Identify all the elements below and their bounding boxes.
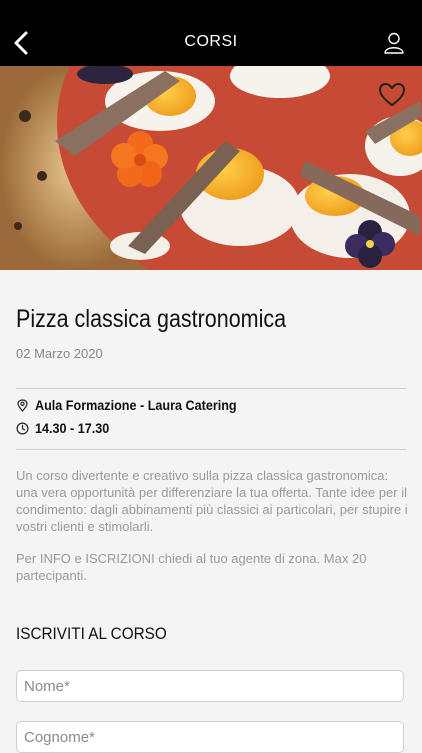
course-date: 02 Marzo 2020 xyxy=(16,346,103,361)
surname-input[interactable] xyxy=(16,721,404,753)
time-row: 14.30 - 17.30 xyxy=(16,419,118,437)
page-title: CORSI xyxy=(184,33,238,50)
form-heading: ISCRIVITI AL CORSO xyxy=(16,624,167,643)
course-hero-image xyxy=(0,66,422,270)
divider xyxy=(16,449,406,450)
location-text: Aula Formazione - Laura Catering xyxy=(35,397,237,413)
user-icon[interactable] xyxy=(384,32,404,54)
location-row: Aula Formazione - Laura Catering xyxy=(16,396,259,414)
heart-outline-icon[interactable] xyxy=(378,82,406,108)
clock-icon xyxy=(16,421,29,435)
name-input[interactable] xyxy=(16,670,404,702)
course-title: Pizza classica gastronomica xyxy=(16,305,287,333)
course-description: Un corso divertente e creativo sulla piz… xyxy=(16,468,408,534)
location-pin-icon xyxy=(17,398,28,412)
course-info-note: Per INFO e ISCRIZIONI chiedi al tuo agen… xyxy=(16,551,367,583)
time-text: 14.30 - 17.30 xyxy=(35,420,110,436)
divider xyxy=(16,388,406,389)
top-navbar: CORSI xyxy=(0,0,422,66)
